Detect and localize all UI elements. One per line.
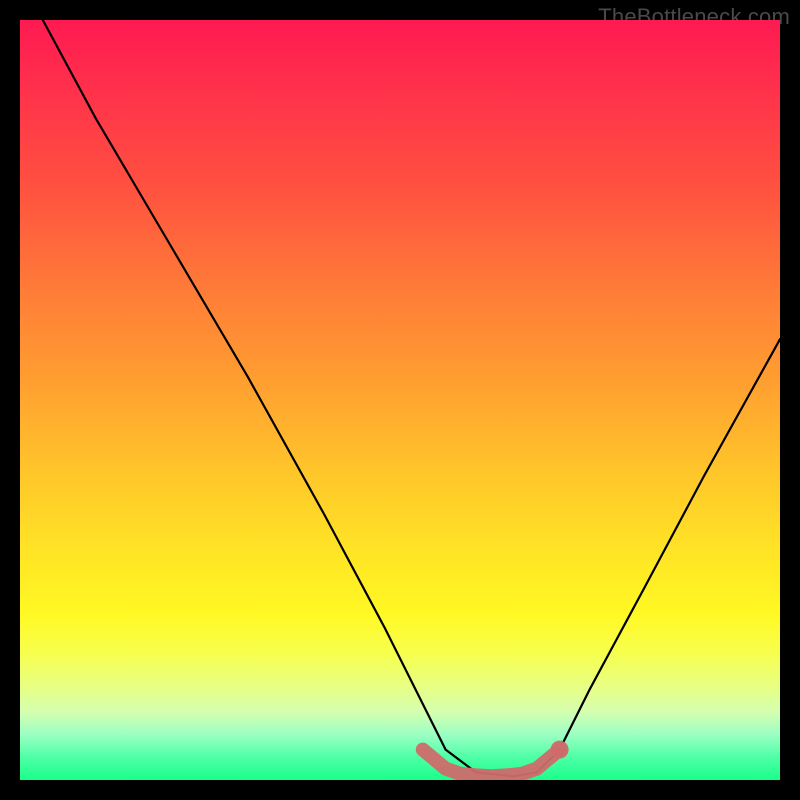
chart-frame: TheBottleneck.com: [0, 0, 800, 800]
curve-svg: [20, 20, 780, 780]
sweet-spot-end-dot: [551, 741, 569, 759]
sweet-spot-highlight: [423, 750, 560, 777]
plot-area: [20, 20, 780, 780]
bottleneck-curve-path: [43, 20, 780, 776]
